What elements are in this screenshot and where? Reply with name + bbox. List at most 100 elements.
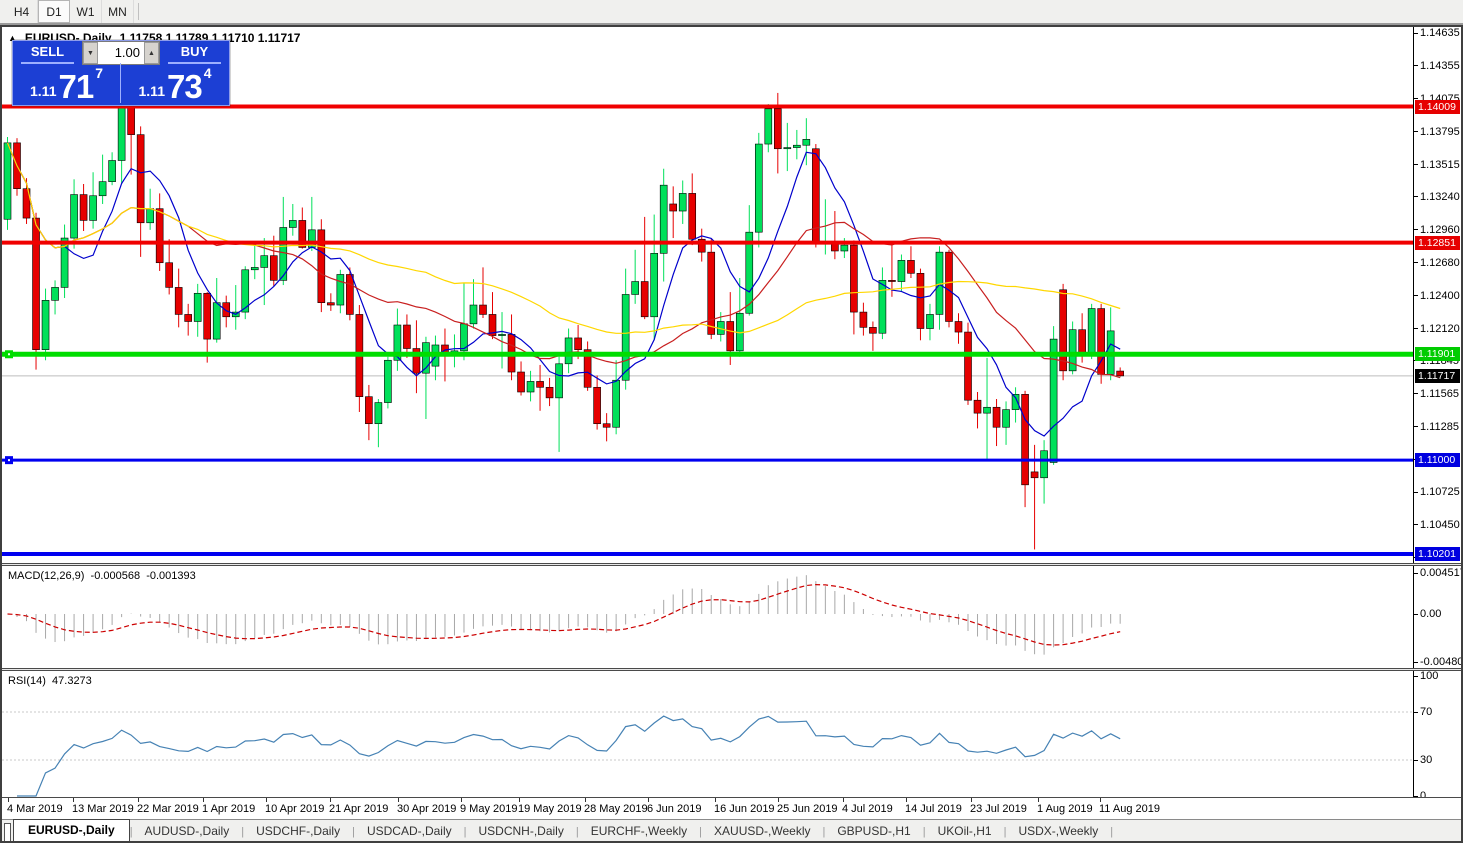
candle-body	[916, 273, 925, 329]
sell-price[interactable]: 1.11 71 7	[13, 63, 121, 103]
candle-body	[983, 406, 991, 414]
rsi-axis-tick	[1414, 676, 1418, 677]
rsi-pane[interactable]: RSI(14) 47.3273 100 70 30 0	[2, 671, 1461, 797]
buy-price[interactable]: 1.11 73 4	[121, 63, 229, 103]
candle-body	[250, 267, 259, 271]
rsi-line	[17, 715, 1121, 797]
volume-increase-button[interactable]: ▲	[144, 42, 159, 64]
tab-usdcnh-daily[interactable]: USDCNH-,Daily	[467, 821, 576, 841]
candle-body	[678, 193, 687, 212]
x-axis-tick	[266, 798, 267, 802]
x-axis-tick	[461, 798, 462, 802]
y-axis-tick	[1414, 229, 1418, 231]
timeframe-button-d1[interactable]: D1	[38, 0, 70, 23]
x-axis-tick	[778, 798, 779, 802]
timeframe-button-w1[interactable]: W1	[70, 0, 102, 23]
candle-body	[165, 262, 173, 288]
candle-body	[945, 251, 953, 322]
tab-usdcad-daily[interactable]: USDCAD-,Daily	[355, 821, 464, 841]
x-axis-label: 25 Jun 2019	[777, 803, 838, 815]
one-click-trading-widget: SELL ▼ 1.00 ▲ BUY 1.11 71 7 1.11 73 4	[12, 40, 230, 106]
x-axis-label: 30 Apr 2019	[397, 803, 457, 815]
candle-body	[346, 274, 354, 315]
macd-axis[interactable]: 0.004517 0.00 -0.004806	[1413, 566, 1461, 668]
x-axis-tick	[906, 798, 907, 802]
candle-body	[964, 331, 972, 401]
rsi-axis[interactable]: 100 70 30 0	[1413, 671, 1461, 797]
y-axis-tick-label: 1.11285	[1420, 420, 1459, 433]
candle-body	[3, 142, 12, 220]
candle-body	[203, 292, 212, 340]
candle-body	[754, 143, 763, 233]
tab-ukoil-h1[interactable]: UKOil-,H1	[926, 821, 1004, 841]
buy-button[interactable]: BUY	[160, 41, 229, 65]
tab-eurchf-weekly[interactable]: EURCHF-,Weekly	[579, 821, 699, 841]
tab-gbpusd-h1[interactable]: GBPUSD-,H1	[825, 821, 922, 841]
candle-body	[707, 251, 716, 335]
candle-body	[869, 327, 877, 334]
candle-body	[517, 371, 525, 393]
y-axis-tick	[1414, 491, 1418, 493]
tab-eurusd-daily[interactable]: EURUSD-,Daily	[13, 819, 130, 841]
candle-body	[840, 244, 849, 252]
candle-body	[850, 244, 858, 313]
x-axis-tick	[1100, 798, 1101, 802]
timeframe-button-mn[interactable]: MN	[102, 0, 134, 23]
x-axis-label: 14 Jul 2019	[905, 803, 962, 815]
candle-body	[336, 274, 345, 306]
candle-body	[288, 220, 297, 228]
y-axis-tick	[1414, 295, 1418, 297]
tab-usdx-weekly[interactable]: USDX-,Weekly	[1006, 821, 1110, 841]
macd-signal-value: -0.001393	[146, 570, 196, 582]
volume-decrease-button[interactable]: ▼	[83, 42, 98, 64]
candle-body	[327, 302, 335, 306]
tab-usdchf-daily[interactable]: USDCHF-,Daily	[244, 821, 352, 841]
rsi-value: 47.3273	[52, 675, 92, 687]
rsi-axis-label: 100	[1420, 671, 1439, 682]
y-axis-tick-label: 1.12680	[1420, 256, 1460, 269]
toolbar-divider	[138, 3, 139, 20]
rsi-axis-label: 70	[1420, 706, 1433, 718]
rsi-label: RSI(14) 47.3273	[8, 675, 92, 687]
price-badge-1.11901: 1.11901	[1415, 347, 1460, 362]
level-handle-dot	[8, 353, 10, 356]
moving-average-45	[6, 142, 1121, 334]
timeframe-toolbar: H4 D1 W1 MN	[0, 0, 1463, 25]
x-axis-label: 11 Aug 2019	[1099, 803, 1160, 815]
y-axis-tick-label: 1.13240	[1420, 190, 1460, 203]
time-axis[interactable]: 4 Mar 2019 13 Mar 2019 22 Mar 2019 1 Apr 20…	[2, 797, 1461, 819]
y-axis-tick	[1414, 65, 1418, 67]
x-axis-label: 19 May 2019	[518, 803, 582, 815]
timeframe-button-h4[interactable]: H4	[6, 0, 38, 23]
rsi-chart-svg	[2, 711, 1413, 797]
y-axis-tick-label: 1.13795	[1420, 125, 1460, 138]
price-chart-pane[interactable]: ▲ EURUSD-,Daily 1.11758 1.11789 1.11710 …	[2, 27, 1461, 563]
sell-button[interactable]: SELL	[13, 41, 82, 65]
macd-main-value: -0.000568	[90, 570, 141, 582]
candle-body	[193, 292, 202, 322]
candle-body	[726, 321, 735, 352]
candle-body	[688, 193, 697, 240]
x-axis-label: 23 Jul 2019	[970, 803, 1027, 815]
candle-body	[954, 321, 963, 333]
price-axis[interactable]: 1.146351.143551.140751.137951.135151.132…	[1413, 27, 1461, 563]
tab-xauusd-weekly[interactable]: XAUUSD-,Weekly	[702, 821, 822, 841]
x-axis-tick	[715, 798, 716, 802]
candle-body	[631, 281, 639, 295]
price-badge-1.14009: 1.14009	[1415, 99, 1460, 114]
x-axis-label: 6 Jun 2019	[647, 803, 702, 815]
x-axis-label: 28 May 2019	[584, 803, 648, 815]
macd-axis-tick	[1414, 662, 1418, 663]
y-axis-tick	[1414, 393, 1418, 395]
tab-audusd-daily[interactable]: AUDUSD-,Daily	[133, 821, 242, 841]
candle-body	[992, 406, 1001, 428]
macd-pane[interactable]: MACD(12,26,9) -0.000568 -0.001393 0.0045…	[2, 566, 1461, 668]
candlestick-chart-svg[interactable]	[2, 27, 1413, 563]
x-axis-label: 4 Mar 2019	[7, 803, 63, 815]
price-badge-1.11717: 1.11717	[1415, 368, 1460, 383]
macd-axis-tick	[1414, 573, 1418, 574]
x-axis-tick	[138, 798, 139, 802]
candle-body	[212, 302, 221, 340]
candle-body	[41, 300, 50, 350]
volume-input[interactable]: 1.00	[98, 42, 144, 64]
